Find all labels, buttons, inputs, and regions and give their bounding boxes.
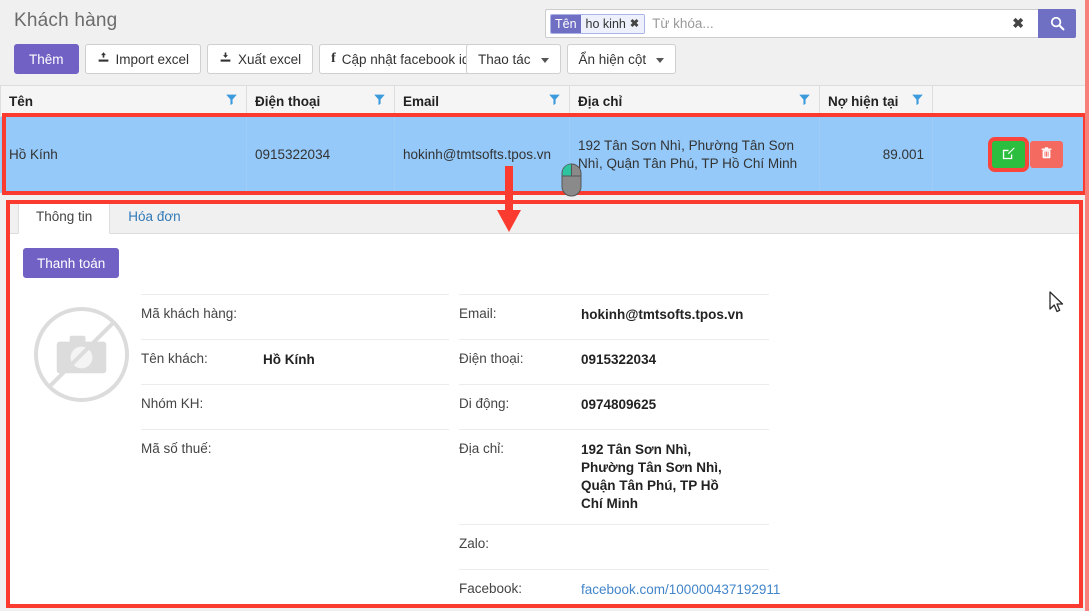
field-value: 192 Tân Sơn Nhì, Phường Tân Sơn Nhì, Quậ… [581,442,722,511]
field-di-dong: Di động: 0974809625 [459,384,769,429]
field-ma-khach-hang: Mã khách hàng: [141,294,449,339]
column-header-address-label: Địa chỉ [578,93,623,109]
filter-icon[interactable] [373,93,386,109]
scrollbar-strip[interactable] [1085,0,1089,611]
edit-icon [1001,146,1016,164]
field-dia-chi: Địa chỉ: 192 Tân Sơn Nhì, Phường Tân Sơn… [459,429,769,524]
search-filter-tag[interactable]: Tên ho kinh ✖ [550,13,646,34]
action-dropdown-button[interactable]: Thao tác [466,44,561,74]
column-header-address[interactable]: Địa chỉ [569,85,820,117]
column-header-phone-label: Điện thoại [255,93,321,109]
add-button[interactable]: Thêm [14,44,79,74]
customer-table: Tên Điện thoại Email Địa chỉ Nợ hiện tại… [0,85,1089,193]
edit-row-button[interactable] [992,141,1025,168]
field-label: Zalo: [459,536,490,551]
field-label: Mã khách hàng: [141,306,238,321]
delete-row-button[interactable] [1030,141,1063,168]
cell-address: 192 Tân Sơn Nhì, Phường Tân Sơn Nhì, Quậ… [569,116,820,193]
search-filter-tag-text: ho kinh [585,16,626,31]
export-excel-label: Xuất excel [238,51,302,67]
field-email: Email: hokinh@tmtsofts.tpos.vn [459,294,769,339]
table-row[interactable]: Hồ Kính 0915322034 hokinh@tmtsofts.tpos.… [0,116,1089,193]
payment-button[interactable]: Thanh toán [23,248,120,278]
field-value: 0974809625 [581,397,657,412]
filter-icon[interactable] [798,93,811,109]
customer-page: Khách hàng Tên ho kinh ✖ ✖ [0,0,1089,611]
toggle-columns-label: Ẩn hiện cột [578,51,647,67]
toggle-columns-dropdown-button[interactable]: Ẩn hiện cột [566,44,677,74]
tab-thong-tin[interactable]: Thông tin [18,201,111,234]
field-label: Tên khách: [141,351,208,366]
table-header-row: Tên Điện thoại Email Địa chỉ Nợ hiện tại [0,85,1089,117]
field-dien-thoai: Điện thoại: 0915322034 [459,339,769,384]
field-label: Mã số thuế: [141,441,212,456]
export-excel-button[interactable]: Xuất excel [207,44,314,74]
toolbar-right: Thao tác Ẩn hiện cột [466,44,677,74]
column-header-phone[interactable]: Điện thoại [246,85,395,117]
download-icon [219,51,232,67]
cell-name: Hồ Kính [0,116,247,193]
clear-search-icon[interactable]: ✖ [1006,10,1034,37]
no-photo-icon [32,305,131,404]
search-group: Tên ho kinh ✖ ✖ [545,9,1076,38]
import-excel-label: Import excel [115,51,190,67]
detail-fields-left: Mã khách hàng: Tên khách: Hồ Kính Nhóm K… [141,294,449,474]
detail-tabs: Thông tin Hóa đơn [9,201,1080,234]
detail-fields-right: Email: hokinh@tmtsofts.tpos.vn Điện thoạ… [459,294,780,611]
update-facebook-id-button[interactable]: f Cập nhật facebook id [319,44,482,74]
chevron-down-icon [540,57,549,63]
filter-icon[interactable] [911,93,924,109]
facebook-link[interactable]: facebook.com/100000437192911 [581,581,780,599]
update-facebook-id-label: Cập nhật facebook id [341,51,470,67]
field-label: Nhóm KH: [141,396,204,411]
column-header-name[interactable]: Tên [0,85,247,117]
field-value: hokinh@tmtsofts.tpos.vn [581,307,744,322]
action-dropdown-label: Thao tác [478,51,531,67]
chevron-down-icon [656,57,665,63]
field-ten-khach: Tên khách: Hồ Kính [141,339,449,384]
tab-hoa-don[interactable]: Hóa đơn [110,201,198,234]
import-excel-button[interactable]: Import excel [84,44,202,74]
facebook-icon: f [331,51,336,66]
close-icon[interactable]: ✖ [630,15,641,33]
search-box[interactable]: Tên ho kinh ✖ ✖ [545,9,1038,38]
column-header-email-label: Email [403,93,440,109]
field-facebook: Facebook: facebook.com/100000437192911 [459,569,780,611]
page-title: Khách hàng [14,10,118,31]
search-filter-tag-value: ho kinh ✖ [580,14,645,33]
header-bar: Khách hàng Tên ho kinh ✖ ✖ [0,0,1089,85]
field-label: Facebook: [459,581,523,596]
trash-icon [1040,146,1053,163]
field-value: 0915322034 [581,352,657,367]
field-label: Email: [459,306,497,321]
field-value: Hồ Kính [263,352,315,367]
field-zalo: Zalo: [459,524,769,569]
toolbar-left: Thêm Import excel Xuất excel f Cập nhật … [14,44,482,74]
upload-icon [97,51,110,67]
field-nhom-kh: Nhóm KH: [141,384,449,429]
search-filter-tag-key: Tên [551,14,581,33]
column-header-actions [932,85,1089,117]
column-header-email[interactable]: Email [394,85,570,117]
filter-icon[interactable] [548,93,561,109]
cell-email: hokinh@tmtsofts.tpos.vn [394,116,570,193]
detail-panel: Thông tin Hóa đơn Thanh toán Mã khách hà… [8,201,1081,605]
column-header-debt[interactable]: Nợ hiện tại [819,85,933,117]
search-input[interactable] [650,11,1007,36]
filter-icon[interactable] [225,93,238,109]
cell-phone: 0915322034 [246,116,395,193]
field-label: Điện thoại: [459,351,524,366]
column-header-name-label: Tên [9,93,34,109]
column-header-debt-label: Nợ hiện tại [828,93,899,109]
search-icon [1050,16,1065,31]
field-ma-so-thue: Mã số thuế: [141,429,449,474]
field-label: Di động: [459,396,510,411]
cell-actions [932,116,1089,193]
cell-debt: 89.001 [819,116,933,193]
field-label: Địa chỉ: [459,441,505,456]
search-button[interactable] [1038,9,1076,38]
